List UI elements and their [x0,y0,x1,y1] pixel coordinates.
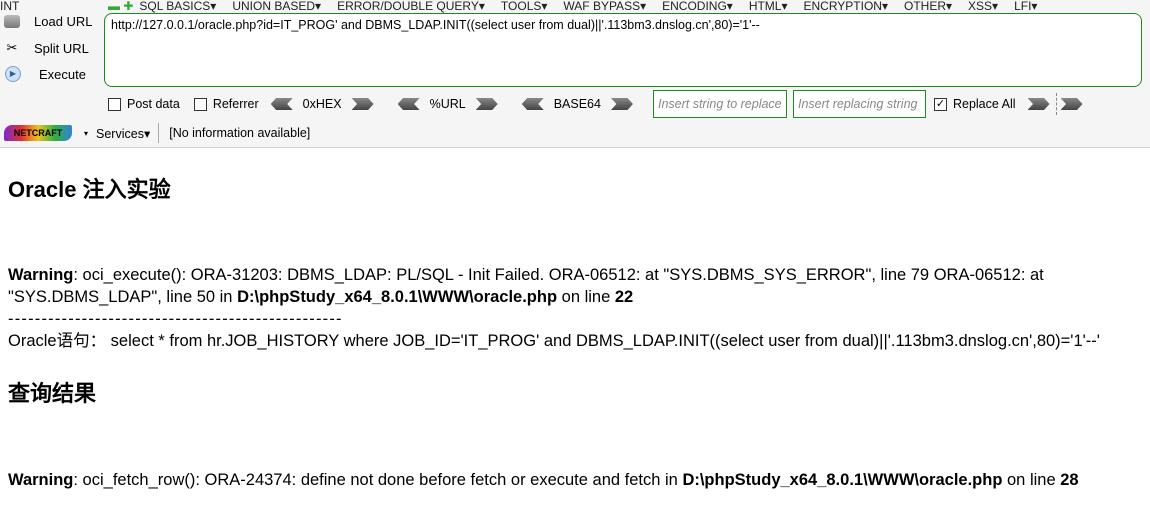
post-data-label: Post data [127,97,180,111]
url-decode-arrow-icon[interactable] [397,98,420,110]
result-title: 查询结果 [8,381,97,406]
post-data-checkbox[interactable] [108,97,121,111]
hackbar-toolbar: INT ▬ ✚ SQL BASICS▾ UNION BASED▾ ERROR/D… [0,0,1150,148]
replace-next-arrow-icon[interactable] [1060,98,1083,110]
hex-label: 0xHEX [302,97,342,111]
warning-execute-cont: "SYS.DBMS_LDAP", line 50 in D:\phpStudy_… [8,288,634,306]
replace-string-input[interactable]: Insert string to replace [652,90,787,118]
services-menu[interactable]: Services▾ [96,126,150,141]
netcraft-logo: NETCRAFT [4,125,72,141]
options-row: Post data Referrer 0xHEX %URL BASE64 Ins… [108,90,1083,118]
split-url-button[interactable]: ✂ Split URL [4,40,89,56]
menu-int[interactable]: INT [0,0,92,12]
base64-encode-arrow-icon[interactable] [610,98,633,110]
divider [158,123,160,143]
load-url-button[interactable]: Load URL [4,14,93,29]
query-text: Oracle语句： select * from hr.JOB_HISTORY w… [8,332,1100,350]
base64-decode-arrow-icon[interactable] [521,98,544,110]
menu-other[interactable]: OTHER▾ [904,0,952,12]
base64-label: BASE64 [553,97,601,111]
warning-execute: Warning: oci_execute(): ORA-31203: DBMS_… [8,266,1044,284]
url-encode-arrow-icon[interactable] [475,98,498,110]
menu-tools[interactable]: TOOLS▾ [501,0,547,12]
plus-icon[interactable]: ▬ ✚ [108,0,133,12]
menu-sql-basics[interactable]: SQL BASICS▾ [139,0,216,12]
menu-encryption[interactable]: ENCRYPTION▾ [804,0,888,12]
menu-lfi[interactable]: LFI▾ [1014,0,1037,12]
replace-arrow-icon[interactable] [1027,98,1050,110]
replacing-string-input[interactable]: Insert replacing string [792,90,926,118]
hex-decode-arrow-icon[interactable] [270,98,293,110]
hex-encode-arrow-icon[interactable] [351,98,374,110]
netcraft-bar: NETCRAFT ▾ Services▾ [No information ava… [4,123,310,143]
url-label: %URL [429,97,466,111]
scissors-icon: ✂ [6,40,18,55]
warning-fetch: Warning: oci_fetch_row(): ORA-24374: def… [8,471,1079,489]
menu-html[interactable]: HTML▾ [749,0,788,12]
referrer-checkbox[interactable] [193,97,207,111]
referrer-label: Referrer [212,97,259,111]
hackbar-menu: INT ▬ ✚ SQL BASICS▾ UNION BASED▾ ERROR/D… [0,0,1053,12]
netcraft-info: [No information available] [169,126,311,140]
play-icon: ▶ [5,66,21,82]
load-url-icon [4,15,20,28]
replace-all-checkbox[interactable]: ✓ [933,97,947,111]
divider [1055,93,1057,115]
page-title: Oracle 注入实验 [8,177,171,202]
divider-text: ----------------------------------------… [8,310,343,328]
menu-waf-bypass[interactable]: WAF BYPASS▾ [563,0,646,12]
replace-all-label: Replace All [952,97,1016,111]
menu-xss[interactable]: XSS▾ [968,0,998,12]
url-input[interactable]: http://127.0.0.1/oracle.php?id=IT_PROG' … [104,13,1142,87]
menu-encoding[interactable]: ENCODING▾ [662,0,733,12]
menu-error-double-query[interactable]: ERROR/DOUBLE QUERY▾ [337,0,485,12]
netcraft-dropdown-icon[interactable]: ▾ [84,129,88,138]
menu-union-based[interactable]: UNION BASED▾ [232,0,321,12]
execute-button[interactable]: ▶ Execute [5,66,86,82]
